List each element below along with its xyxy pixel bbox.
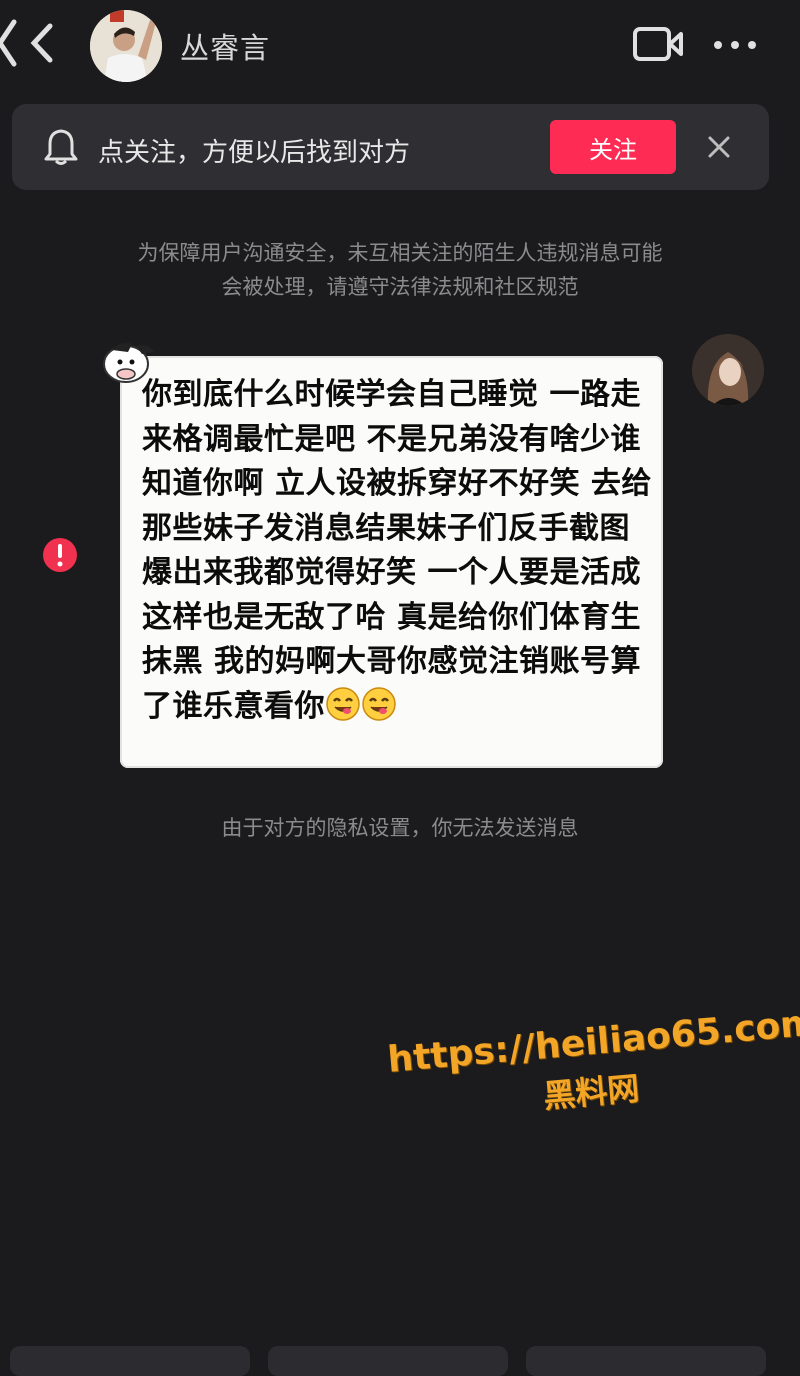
follow-banner: 点关注，方便以后找到对方 关注 bbox=[12, 104, 769, 190]
watermark: https://heiliao65.com 黑料网 bbox=[386, 1002, 800, 1169]
safety-notice-line2: 会被处理，请遵守法律法规和社区规范 bbox=[221, 275, 579, 299]
back-icon[interactable] bbox=[0, 18, 70, 68]
yummy-face-emoji-2 bbox=[361, 686, 397, 736]
my-avatar[interactable] bbox=[692, 334, 764, 406]
message-body: 你到底什么时候学会自己睡觉 一路走来格调最忙是吧 不是兄弟没有啥少谁知道你啊 立… bbox=[142, 377, 652, 724]
video-call-icon[interactable] bbox=[632, 25, 684, 63]
bell-icon bbox=[44, 129, 78, 165]
follow-button[interactable]: 关注 bbox=[550, 120, 676, 174]
follow-prompt-text: 点关注，方便以后找到对方 bbox=[98, 138, 411, 168]
contact-avatar[interactable] bbox=[90, 10, 162, 82]
bottom-action-2[interactable] bbox=[268, 1346, 508, 1376]
bottom-action-bar bbox=[0, 1346, 800, 1376]
bottom-action-1[interactable] bbox=[10, 1346, 250, 1376]
privacy-notice: 由于对方的隐私设置，你无法发送消息 bbox=[221, 816, 579, 840]
message-text: 你到底什么时候学会自己睡觉 一路走来格调最忙是吧 不是兄弟没有啥少谁知道你啊 立… bbox=[142, 373, 654, 735]
safety-notice-line1: 为保障用户沟通安全，未互相关注的陌生人违规消息可能 bbox=[137, 241, 663, 265]
send-failed-icon[interactable] bbox=[42, 537, 78, 573]
more-icon[interactable] bbox=[710, 30, 760, 60]
close-icon[interactable] bbox=[704, 132, 734, 162]
yummy-face-emoji bbox=[325, 686, 361, 736]
contact-name[interactable]: 丛睿言 bbox=[180, 25, 270, 67]
top-bar: 丛睿言 bbox=[0, 0, 800, 90]
bottom-action-3[interactable] bbox=[526, 1346, 766, 1376]
safety-notice: 为保障用户沟通安全，未互相关注的陌生人违规消息可能 会被处理，请遵守法律法规和社… bbox=[0, 236, 800, 304]
